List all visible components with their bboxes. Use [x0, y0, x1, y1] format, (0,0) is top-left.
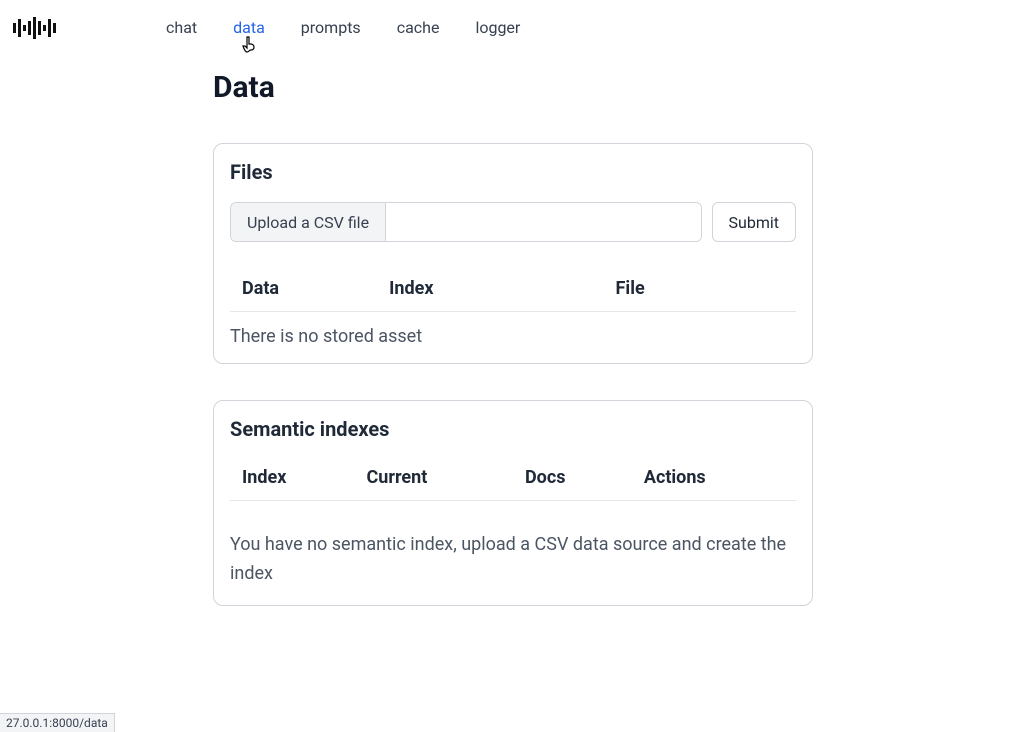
- files-card: Files Upload a CSV file Submit Data Inde…: [213, 143, 813, 364]
- nav-data[interactable]: data: [233, 16, 265, 40]
- indexes-table: Index Current Docs Actions: [230, 459, 796, 501]
- upload-csv-button[interactable]: Upload a CSV file: [231, 203, 386, 241]
- page-content: Data Files Upload a CSV file Submit Data…: [213, 70, 813, 606]
- indexes-col-current: Current: [355, 459, 513, 501]
- files-col-file: File: [604, 270, 796, 312]
- nav-logger[interactable]: logger: [475, 16, 520, 40]
- indexes-col-docs: Docs: [513, 459, 632, 501]
- files-card-title: Files: [230, 160, 796, 184]
- app-logo-icon: [10, 17, 58, 39]
- files-col-index: Index: [377, 270, 603, 312]
- page-title: Data: [213, 70, 813, 105]
- table-header-row: Index Current Docs Actions: [230, 459, 796, 501]
- files-col-data: Data: [230, 270, 377, 312]
- topbar: chat data prompts cache logger: [0, 0, 1030, 56]
- main-nav: chat data prompts cache logger: [166, 16, 520, 40]
- table-header-row: Data Index File: [230, 270, 796, 312]
- indexes-card: Semantic indexes Index Current Docs Acti…: [213, 400, 813, 606]
- files-empty-message: There is no stored asset: [230, 312, 796, 347]
- submit-button[interactable]: Submit: [712, 202, 796, 242]
- indexes-col-actions: Actions: [632, 459, 796, 501]
- status-bar: 27.0.0.1:8000/data: [0, 713, 115, 732]
- indexes-col-index: Index: [230, 459, 355, 501]
- nav-cache[interactable]: cache: [397, 16, 440, 40]
- nav-chat[interactable]: chat: [166, 16, 197, 40]
- nav-prompts[interactable]: prompts: [301, 16, 361, 40]
- upload-row: Upload a CSV file Submit: [230, 202, 796, 242]
- indexes-empty-message: You have no semantic index, upload a CSV…: [230, 501, 796, 589]
- indexes-card-title: Semantic indexes: [230, 417, 796, 441]
- file-name-field[interactable]: [386, 203, 700, 241]
- files-table: Data Index File: [230, 270, 796, 312]
- file-input-group: Upload a CSV file: [230, 202, 702, 242]
